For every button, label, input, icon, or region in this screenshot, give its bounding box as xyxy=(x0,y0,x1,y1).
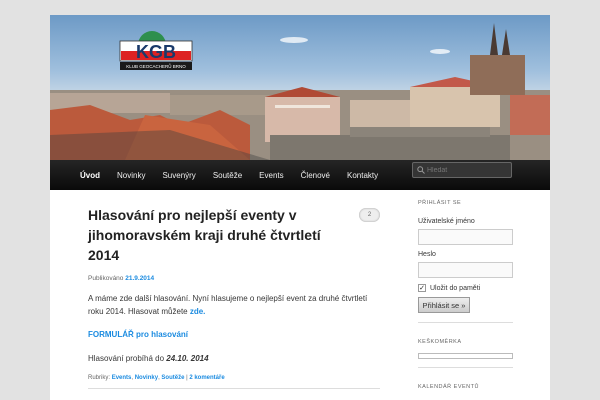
voting-deadline: Hlasování probíhá do 24.10. 2014 xyxy=(88,354,380,363)
published-label: Publikováno xyxy=(88,275,124,282)
calendar-widget-title: KALENDÁŘ EVENTŮ xyxy=(418,384,479,390)
password-label: Heslo xyxy=(418,251,436,258)
nav-item-kontakty[interactable]: Kontakty xyxy=(347,171,378,180)
post-paragraph: A máme zde další hlasování. Nyní hlasuje… xyxy=(88,292,380,318)
post-divider xyxy=(88,388,380,389)
site-logo[interactable]: KGB KLUB GEOCACHERŮ BRNO xyxy=(118,25,194,79)
nav-item-suvenyry[interactable]: Suvenýry xyxy=(162,171,195,180)
sidebar: PŘIHLÁSIT SE Uživatelské jméno Heslo ✓ U… xyxy=(418,200,514,390)
logo-text: KGB xyxy=(136,42,176,62)
category-link-souteze[interactable]: Soutěže xyxy=(161,375,184,381)
category-link-events[interactable]: Events xyxy=(112,375,132,381)
search-icon xyxy=(417,166,425,174)
page: KGB KLUB GEOCACHERŮ BRNO Úvod Novinky Su… xyxy=(50,15,550,400)
remember-label: Uložit do paměti xyxy=(430,284,481,292)
search-box xyxy=(412,162,512,178)
vote-here-link[interactable]: zde. xyxy=(190,307,206,316)
password-input[interactable] xyxy=(418,262,513,278)
widget-divider xyxy=(418,322,513,323)
published-date-link[interactable]: 21.9.2014 xyxy=(125,275,154,282)
post-article: Hlasování pro nejlepší eventy v jihomora… xyxy=(88,205,380,389)
login-widget-title: PŘIHLÁSIT SE xyxy=(418,200,462,206)
search-input[interactable] xyxy=(427,166,507,174)
username-label: Uživatelské jméno xyxy=(418,218,475,225)
voting-form-link[interactable]: FORMULÁŘ pro hlasování xyxy=(88,330,380,339)
category-link-novinky[interactable]: Novinky xyxy=(135,375,158,381)
remember-me[interactable]: ✓ Uložit do paměti xyxy=(418,284,514,292)
header-image[interactable]: KGB KLUB GEOCACHERŮ BRNO xyxy=(50,15,550,160)
keskomerka-bar xyxy=(418,353,513,359)
post-title[interactable]: Hlasování pro nejlepší eventy v jihomora… xyxy=(88,205,338,265)
post-meta: Publikováno 21.9.2014 xyxy=(88,275,380,282)
categories-label: Rubriky: xyxy=(88,375,111,381)
paragraph-text: A máme zde další hlasování. Nyní hlasuje… xyxy=(88,294,368,316)
logo-subtitle: KLUB GEOCACHERŮ BRNO xyxy=(126,63,186,69)
logo-graphic: KGB KLUB GEOCACHERŮ BRNO xyxy=(119,31,193,70)
keskomerka-widget-title: KEŠKOMĚRKA xyxy=(418,339,462,345)
remember-checkbox[interactable]: ✓ xyxy=(418,284,426,292)
nav-item-novinky[interactable]: Novinky xyxy=(117,171,145,180)
widget-divider xyxy=(418,367,513,368)
nav-item-uvod[interactable]: Úvod xyxy=(80,171,100,180)
nav-item-souteze[interactable]: Soutěže xyxy=(213,171,242,180)
nav-item-clenove[interactable]: Členové xyxy=(301,171,330,180)
username-input[interactable] xyxy=(418,229,513,245)
login-button[interactable]: Přihlásit se » xyxy=(418,297,470,313)
nav-item-events[interactable]: Events xyxy=(259,171,283,180)
voting-text: Hlasování probíhá do xyxy=(88,354,167,363)
post-categories: Rubriky: Events, Novinky, Soutěže | 2 ko… xyxy=(88,375,225,381)
voting-date: 24.10. 2014 xyxy=(166,354,209,363)
comments-link[interactable]: 2 komentáře xyxy=(189,375,224,381)
comments-count-badge[interactable]: 2 xyxy=(359,208,380,222)
